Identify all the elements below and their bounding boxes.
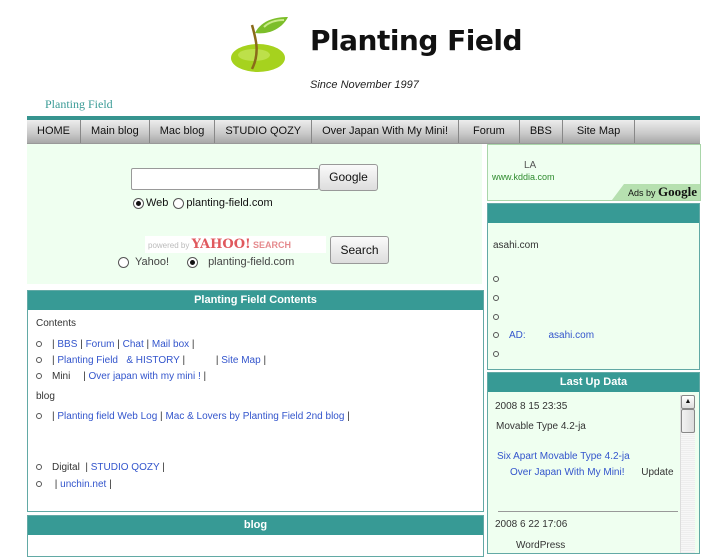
update-scrollbar[interactable]: ▲ <box>680 395 695 553</box>
link-mailbox[interactable]: Mail box <box>152 339 189 350</box>
news-item[interactable] <box>493 349 509 360</box>
bullet-icon <box>493 351 499 358</box>
tagline: Since November 1997 <box>310 79 419 91</box>
update-link-over-japan[interactable]: Over Japan With My Mini! <box>510 467 624 478</box>
nav-mac-blog[interactable]: Mac blog <box>150 120 216 143</box>
contents-heading: Contents <box>36 318 77 329</box>
nav-site-map[interactable]: Site Map <box>563 120 636 143</box>
sprout-logo-icon <box>231 17 288 72</box>
news-item[interactable] <box>493 274 509 285</box>
yahoo-search-button[interactable]: Search <box>330 236 389 264</box>
news-header <box>488 204 699 223</box>
link-web-log[interactable]: Planting field Web Log <box>57 411 157 422</box>
last-update-box: Last Up Data 2008 8 15 23:35 Movable Typ… <box>487 372 700 554</box>
bullet-icon <box>36 341 42 348</box>
link-bbs[interactable]: BBS <box>57 339 77 350</box>
news-box: asahi.com AD: asahi.com <box>487 203 700 370</box>
link-forum[interactable]: Forum <box>86 339 115 350</box>
update-link[interactable]: Six Apart Movable Type 4.2-ja <box>497 451 630 462</box>
bullet-icon <box>493 276 499 283</box>
powered-by-label: powered by <box>148 241 190 250</box>
yahoo-logo: YAHOO! <box>191 237 251 252</box>
update-subject: Movable Type 4.2-ja <box>496 421 586 432</box>
news-ad-item: AD: asahi.com <box>493 330 594 341</box>
update-divider <box>498 511 678 512</box>
ads-by-label: Ads by <box>627 188 656 198</box>
radio-yahoo-site-label: planting-field.com <box>208 256 295 268</box>
blog-title: blog <box>28 516 483 535</box>
scroll-up-arrow-icon[interactable]: ▲ <box>681 395 695 409</box>
google-search-button[interactable]: Google <box>319 164 378 191</box>
scroll-thumb[interactable] <box>681 409 695 433</box>
contents-row-mini: Mini | Over japan with my mini ! | <box>36 371 206 382</box>
google-wordmark: Google <box>658 184 697 199</box>
bullet-icon <box>493 332 499 339</box>
ad-title[interactable]: LA <box>524 160 536 171</box>
bullet-icon <box>36 464 42 471</box>
update-date: 2008 6 22 17:06 <box>495 519 568 530</box>
ad-url[interactable]: www.kddia.com <box>492 172 555 182</box>
nav-home[interactable]: HOME <box>27 120 81 143</box>
news-source-link[interactable]: asahi.com <box>493 240 539 251</box>
radio-web-label: Web <box>146 197 169 209</box>
radio-site-label: planting-field.com <box>186 197 273 209</box>
nav-bbs[interactable]: BBS <box>520 120 563 143</box>
link-chat[interactable]: Chat <box>123 339 144 350</box>
radio-yahoo[interactable] <box>118 256 129 268</box>
news-ad-label[interactable]: AD: <box>509 330 526 341</box>
news-item[interactable] <box>493 312 509 323</box>
contents-box: Planting Field Contents Contents | BBS |… <box>27 290 484 512</box>
bullet-icon <box>36 357 42 364</box>
news-ad-link[interactable]: asahi.com <box>548 330 594 341</box>
nav-forum[interactable]: Forum <box>459 120 520 143</box>
nav-studio-qozy[interactable]: STUDIO QOZY <box>215 120 313 143</box>
update-date: 2008 8 15 23:35 <box>495 401 568 412</box>
update-tail: Update <box>641 467 674 478</box>
link-studio-qozy[interactable]: STUDIO QOZY <box>91 462 160 473</box>
contents-row-community: | BBS | Forum | Chat | Mail box | <box>36 339 195 350</box>
bullet-icon <box>36 373 42 380</box>
radio-site[interactable] <box>173 197 185 209</box>
contents-row-unchin: | unchin.net | <box>36 479 112 490</box>
news-item[interactable] <box>493 293 509 304</box>
yahoo-search-input[interactable]: powered by YAHOO! SEARCH <box>145 236 326 253</box>
google-ad[interactable]: LA www.kddia.com Ads by Google <box>487 144 701 201</box>
nav-main-blog[interactable]: Main blog <box>81 120 150 143</box>
contents-row-about: | Planting Field & HISTORY | | Site Map … <box>36 355 266 366</box>
google-search-input[interactable] <box>131 168 319 190</box>
contents-row-blogs: | Planting field Web Log | Mac & Lovers … <box>36 411 350 422</box>
google-scope-options: Web planting-field.com <box>133 197 273 209</box>
digital-label: Digital <box>52 462 80 473</box>
contents-row-digital: Digital | STUDIO QOZY | <box>36 462 165 473</box>
blog-box: blog <box>27 515 484 557</box>
radio-yahoo-label: Yahoo! <box>135 256 170 268</box>
search-panel: Google Web planting-field.com powered by… <box>27 144 482 284</box>
radio-web[interactable] <box>133 197 144 209</box>
link-over-japan[interactable]: Over japan with my mini ! <box>89 371 201 382</box>
blog-heading: blog <box>36 391 55 402</box>
update-subject: WordPress <box>516 540 566 551</box>
yahoo-scope-options: Yahoo! planting-field.com <box>118 256 294 268</box>
link-sitemap[interactable]: Site Map <box>221 355 260 366</box>
contents-title: Planting Field Contents <box>28 291 483 310</box>
nav-over-japan[interactable]: Over Japan With My Mini! <box>312 120 460 143</box>
site-title: Planting Field <box>310 24 523 57</box>
yahoo-search-word: SEARCH <box>253 240 292 250</box>
ads-by-google[interactable]: Ads by Google <box>611 184 700 200</box>
link-history[interactable]: Planting Field & HISTORY <box>57 355 179 366</box>
main-nav: HOME Main blog Mac blog STUDIO QOZY Over… <box>27 120 700 144</box>
bullet-icon <box>36 413 42 420</box>
bullet-icon <box>493 314 499 321</box>
radio-yahoo-site[interactable] <box>187 256 199 268</box>
bullet-icon <box>493 295 499 302</box>
site-title-small[interactable]: Planting Field <box>45 97 113 112</box>
link-mac-lovers[interactable]: Mac & Lovers by Planting Field 2nd blog <box>165 411 344 422</box>
link-unchin[interactable]: unchin.net <box>60 479 106 490</box>
last-update-title: Last Up Data <box>488 373 699 392</box>
update-line: Over Japan With My Mini! Update <box>510 467 674 478</box>
mini-label: Mini <box>52 371 71 382</box>
bullet-icon <box>36 481 42 488</box>
